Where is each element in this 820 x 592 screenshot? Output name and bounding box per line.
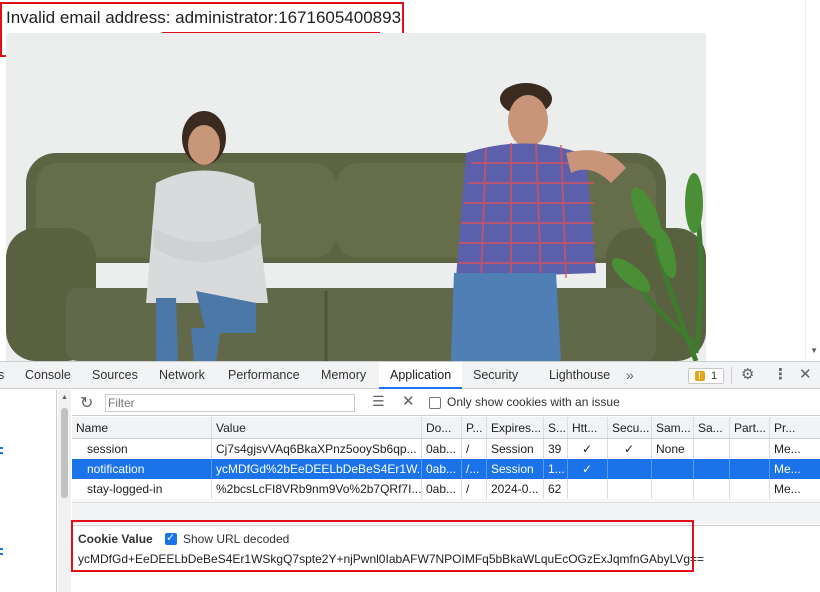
cookie-expires: Session xyxy=(487,459,544,479)
clear-filtered-icon[interactable]: ☰ xyxy=(372,393,385,410)
column-header[interactable]: Secu... xyxy=(608,417,652,438)
issues-counter-button[interactable]: 1 xyxy=(688,368,724,384)
cookie-partition xyxy=(730,439,770,459)
cookie-path: /... xyxy=(462,459,487,479)
cookie-size: 62 xyxy=(544,479,568,499)
only-issues-checkbox[interactable] xyxy=(429,397,441,409)
cookie-samesite xyxy=(652,479,694,499)
cookie-path: / xyxy=(462,439,487,459)
cookie-name: stay-logged-in xyxy=(72,479,212,499)
cookie-partition xyxy=(730,459,770,479)
cookie-httponly: ✓ xyxy=(568,439,608,459)
warning-icon xyxy=(695,369,705,383)
sidebar-marker xyxy=(0,548,3,550)
cookie-size: 39 xyxy=(544,439,568,459)
only-issues-label: Only show cookies with an issue xyxy=(447,395,620,409)
cookie-expires: 2024-0... xyxy=(487,479,544,499)
tab-performance[interactable]: Performance xyxy=(228,362,300,389)
cookie-value: Cj7s4gjsvVAq6BkaXPnz5ooySb6qp... xyxy=(212,439,422,459)
tab-memory[interactable]: Memory xyxy=(321,362,366,389)
cookie-value: ycMDfGd%2bEeDEELbDeBeS4Er1W... xyxy=(212,459,422,479)
issues-count: 1 xyxy=(711,370,718,382)
tab-console[interactable]: Console xyxy=(25,362,71,389)
column-header[interactable]: S... xyxy=(544,417,568,438)
highlight-box-cookie-value xyxy=(71,520,694,572)
cookie-value: %2bcsLcFI8VRb9nm9Vo%2b7QRf7I... xyxy=(212,479,422,499)
refresh-icon[interactable]: ↻ xyxy=(80,393,93,413)
column-header[interactable]: Value xyxy=(212,417,422,438)
scrollbar-thumb[interactable] xyxy=(61,408,68,498)
cookie-samesite: None xyxy=(652,439,694,459)
web-page: Invalid email address: administrator:167… xyxy=(0,0,820,361)
sidebar-marker xyxy=(0,447,3,449)
filter-input[interactable] xyxy=(105,394,355,412)
photo-illustration xyxy=(6,33,706,361)
column-header[interactable]: P... xyxy=(462,417,487,438)
cookie-domain: 0ab... xyxy=(422,459,462,479)
column-header[interactable]: Part... xyxy=(730,417,770,438)
scroll-up-arrow-icon[interactable]: ▲ xyxy=(61,394,68,401)
page-scrollbar[interactable]: ▼ xyxy=(805,0,820,361)
close-icon[interactable]: ✕ xyxy=(799,365,812,385)
cookie-domain: 0ab... xyxy=(422,479,462,499)
sidebar-marker xyxy=(0,553,3,555)
cookie-httponly xyxy=(568,479,608,499)
scroll-down-arrow-icon[interactable]: ▼ xyxy=(810,346,818,355)
tab-sources[interactable]: Sources xyxy=(92,362,138,389)
cookie-samesite xyxy=(652,459,694,479)
cookie-name: notification xyxy=(72,459,212,479)
tab-elements[interactable]: s xyxy=(0,362,4,389)
more-vert-icon[interactable]: ⋮ xyxy=(773,365,788,385)
cookie-name: session xyxy=(72,439,212,459)
table-row[interactable]: stay-logged-in %2bcsLcFI8VRb9nm9Vo%2b7QR… xyxy=(72,479,820,499)
column-header[interactable]: Sam... xyxy=(652,417,694,438)
tab-security[interactable]: Security xyxy=(473,362,518,389)
cookie-sameparty xyxy=(694,439,730,459)
column-header[interactable]: Expires... xyxy=(487,417,544,438)
table-row[interactable]: session Cj7s4gjsvVAq6BkaXPnz5ooySb6qp...… xyxy=(72,439,820,459)
delete-icon[interactable]: ✕ xyxy=(402,392,415,410)
column-header[interactable]: Pr... xyxy=(770,417,820,438)
cookies-toolbar: ↻ ☰ ✕ Only show cookies with an issue xyxy=(72,390,820,416)
gear-icon[interactable]: ⚙ xyxy=(741,365,754,385)
sidebar-marker xyxy=(0,452,3,454)
cookie-expires: Session xyxy=(487,439,544,459)
cookie-secure: ✓ xyxy=(608,439,652,459)
cookie-secure xyxy=(608,479,652,499)
column-header[interactable]: Do... xyxy=(422,417,462,438)
column-header[interactable]: Name xyxy=(72,417,212,438)
column-header[interactable]: Htt... xyxy=(568,417,608,438)
cookie-sameparty xyxy=(694,479,730,499)
cookie-path: / xyxy=(462,479,487,499)
cookie-domain: 0ab... xyxy=(422,439,462,459)
tab-lighthouse[interactable]: Lighthouse xyxy=(549,362,610,389)
cookie-priority: Me... xyxy=(774,482,801,496)
sidebar-scrollbar[interactable]: ▲ xyxy=(58,390,71,592)
divider xyxy=(731,367,732,384)
column-header[interactable]: Sa... xyxy=(694,417,730,438)
couple-on-sofa-photo xyxy=(6,33,706,361)
application-sidebar xyxy=(0,390,57,592)
cookie-secure xyxy=(608,459,652,479)
cookie-priority: Me... xyxy=(774,442,801,456)
cookie-sameparty xyxy=(694,459,730,479)
cookie-partition xyxy=(730,479,770,499)
devtools-tab-bar: s Console Sources Network Performance Me… xyxy=(0,362,820,389)
table-header-row: Name Value Do... P... Expires... S... Ht… xyxy=(72,417,820,439)
cookie-size: 1... xyxy=(544,459,568,479)
tab-network[interactable]: Network xyxy=(159,362,205,389)
cookie-httponly: ✓ xyxy=(568,459,608,479)
table-row-selected[interactable]: notification ycMDfGd%2bEeDEELbDeBeS4Er1W… xyxy=(72,459,820,479)
cookie-priority: Me... xyxy=(774,462,801,476)
tab-application[interactable]: Application xyxy=(379,362,463,389)
more-tabs-icon[interactable]: » xyxy=(626,362,634,389)
